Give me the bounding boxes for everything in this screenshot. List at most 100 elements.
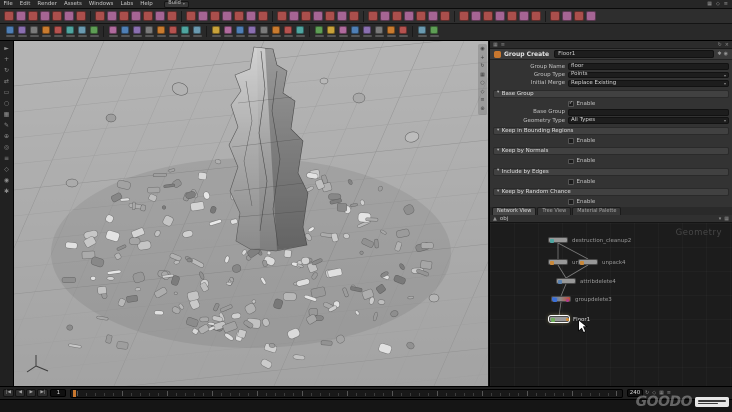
- shelf-tool-icon[interactable]: [368, 11, 378, 21]
- shelf-tool[interactable]: [362, 25, 372, 37]
- shelf-tool[interactable]: [53, 25, 63, 37]
- left-tool-icon-8[interactable]: ⊕: [4, 134, 9, 140]
- menu-file[interactable]: File: [0, 0, 16, 9]
- left-tool-icon-13[interactable]: ✱: [4, 189, 9, 195]
- home-icon[interactable]: ▲: [493, 216, 497, 222]
- shelf-tool-icon[interactable]: [562, 11, 572, 21]
- param-dropdown[interactable]: Points ▾: [568, 72, 729, 79]
- shelf-tool-icon[interactable]: [210, 11, 220, 21]
- transport-button-0[interactable]: |◀: [3, 388, 14, 398]
- gear-icon[interactable]: ✱: [717, 51, 721, 57]
- shelf-tool-icon[interactable]: [28, 11, 38, 21]
- left-tool-icon-2[interactable]: ↻: [4, 68, 9, 74]
- shelf-tool[interactable]: [247, 25, 257, 37]
- shelf-tool[interactable]: [235, 25, 245, 37]
- path-grid-icon[interactable]: ▦: [724, 216, 729, 222]
- param-section[interactable]: ▾ Keep by Random Chance: [493, 188, 729, 197]
- node-attribdelete4[interactable]: attribdelete4: [556, 278, 616, 285]
- param-section[interactable]: ▾ Keep in Bounding Regions: [493, 126, 729, 135]
- shelf-tool-icon[interactable]: [186, 11, 196, 21]
- left-tool-icon-3[interactable]: ⇄: [4, 79, 9, 85]
- shelf-tool[interactable]: [17, 25, 27, 37]
- shelf-tool-icon[interactable]: [52, 11, 62, 21]
- shelf-tool[interactable]: [108, 25, 118, 37]
- shelf-tool-icon[interactable]: [119, 11, 129, 21]
- param-section[interactable]: ▾ Base Group: [493, 89, 729, 98]
- left-tool-icon-6[interactable]: ▦: [4, 112, 10, 118]
- node-Floor1[interactable]: Floor1: [549, 316, 590, 323]
- view-control-icon-2[interactable]: ↻: [480, 64, 484, 69]
- network-tab-0[interactable]: Network View: [492, 207, 537, 215]
- breadcrumb-item[interactable]: obj: [500, 215, 508, 223]
- node-name-field[interactable]: Floor1: [554, 50, 715, 58]
- path-dropdown-icon[interactable]: ▾: [719, 216, 722, 222]
- shelf-tool-icon[interactable]: [16, 11, 26, 21]
- shelf-tool[interactable]: [144, 25, 154, 37]
- shelf-tool[interactable]: [429, 25, 439, 37]
- viewport-3d[interactable]: ◉ + ↻ ▦ ○ ◇ ≡ ⊕: [14, 41, 488, 386]
- shelf-tool[interactable]: [29, 25, 39, 37]
- shelf-tool[interactable]: [259, 25, 269, 37]
- shelf-tool[interactable]: [192, 25, 202, 37]
- network-tab-1[interactable]: Tree View: [537, 207, 572, 215]
- left-tool-icon-1[interactable]: +: [4, 57, 9, 63]
- view-control-icon-5[interactable]: ◇: [481, 89, 485, 95]
- transport-button-2[interactable]: ▶: [26, 388, 36, 398]
- left-tool-icon-10[interactable]: ≡: [4, 156, 9, 162]
- shelf-tool[interactable]: [77, 25, 87, 37]
- shelf-tool[interactable]: [398, 25, 408, 37]
- shelf-tool-icon[interactable]: [519, 11, 529, 21]
- shelf-tool-icon[interactable]: [416, 11, 426, 21]
- shelf-tool[interactable]: [156, 25, 166, 37]
- view-control-icon-0[interactable]: ◉: [480, 47, 484, 52]
- shelf-tool-icon[interactable]: [586, 11, 596, 21]
- shelf-tool[interactable]: [120, 25, 130, 37]
- shelf-tool-icon[interactable]: [246, 11, 256, 21]
- network-tab-2[interactable]: Material Palette: [572, 207, 622, 215]
- param-dropdown[interactable]: Replace Existing ▾: [568, 80, 729, 87]
- shelf-tool[interactable]: [5, 25, 15, 37]
- shelf-tool-icon[interactable]: [143, 11, 153, 21]
- timeline-ruler[interactable]: [70, 388, 623, 398]
- pane-refresh-icon[interactable]: ↻: [718, 41, 722, 49]
- pane-close-icon[interactable]: ×: [725, 41, 729, 49]
- shelf-tool-icon[interactable]: [495, 11, 505, 21]
- shelf-tool[interactable]: [180, 25, 190, 37]
- shelf-tool-icon[interactable]: [550, 11, 560, 21]
- menu-render[interactable]: Render: [34, 0, 61, 9]
- network-canvas[interactable]: Geometry destruction_cleanup2 unpack3 unpa…: [490, 223, 732, 386]
- transport-button-3[interactable]: ▶|: [37, 388, 49, 398]
- shelf-tool-icon[interactable]: [483, 11, 493, 21]
- shelf-tool-icon[interactable]: [325, 11, 335, 21]
- shelf-tool-icon[interactable]: [440, 11, 450, 21]
- shelf-tool-icon[interactable]: [428, 11, 438, 21]
- shelf-tool[interactable]: [283, 25, 293, 37]
- node-unpack4[interactable]: unpack4: [578, 259, 626, 266]
- left-tool-icon-12[interactable]: ◉: [4, 178, 9, 184]
- shelf-tool-icon[interactable]: [277, 11, 287, 21]
- left-tool-icon-7[interactable]: ✎: [4, 123, 9, 129]
- left-tool-icon-4[interactable]: ▭: [4, 90, 10, 96]
- node-destruction_cleanup2[interactable]: destruction_cleanup2: [548, 237, 631, 244]
- grid-icon[interactable]: ▦: [707, 0, 712, 9]
- shelf-tool-icon[interactable]: [198, 11, 208, 21]
- shelf-tool[interactable]: [338, 25, 348, 37]
- lock-icon[interactable]: ◉: [724, 51, 728, 57]
- view-control-icon-3[interactable]: ▦: [480, 72, 485, 78]
- shelf-tool[interactable]: [295, 25, 305, 37]
- desktop-selector[interactable]: Build ▾: [164, 0, 189, 8]
- shelf-tool-icon[interactable]: [222, 11, 232, 21]
- left-tool-icon-9[interactable]: ◎: [4, 145, 9, 151]
- shelf-tool[interactable]: [350, 25, 360, 37]
- shelf-tool[interactable]: [271, 25, 281, 37]
- shelf-tool-icon[interactable]: [507, 11, 517, 21]
- menu-edit[interactable]: Edit: [16, 0, 34, 9]
- shelf-tool[interactable]: [89, 25, 99, 37]
- shelf-tool-icon[interactable]: [76, 11, 86, 21]
- layout-icon[interactable]: ◇: [716, 0, 720, 9]
- left-tool-icon-0[interactable]: ►: [4, 46, 9, 52]
- shelf-tool[interactable]: [374, 25, 384, 37]
- checkbox[interactable]: [568, 179, 574, 185]
- menu-icon[interactable]: ≡: [724, 0, 728, 9]
- shelf-tool-icon[interactable]: [155, 11, 165, 21]
